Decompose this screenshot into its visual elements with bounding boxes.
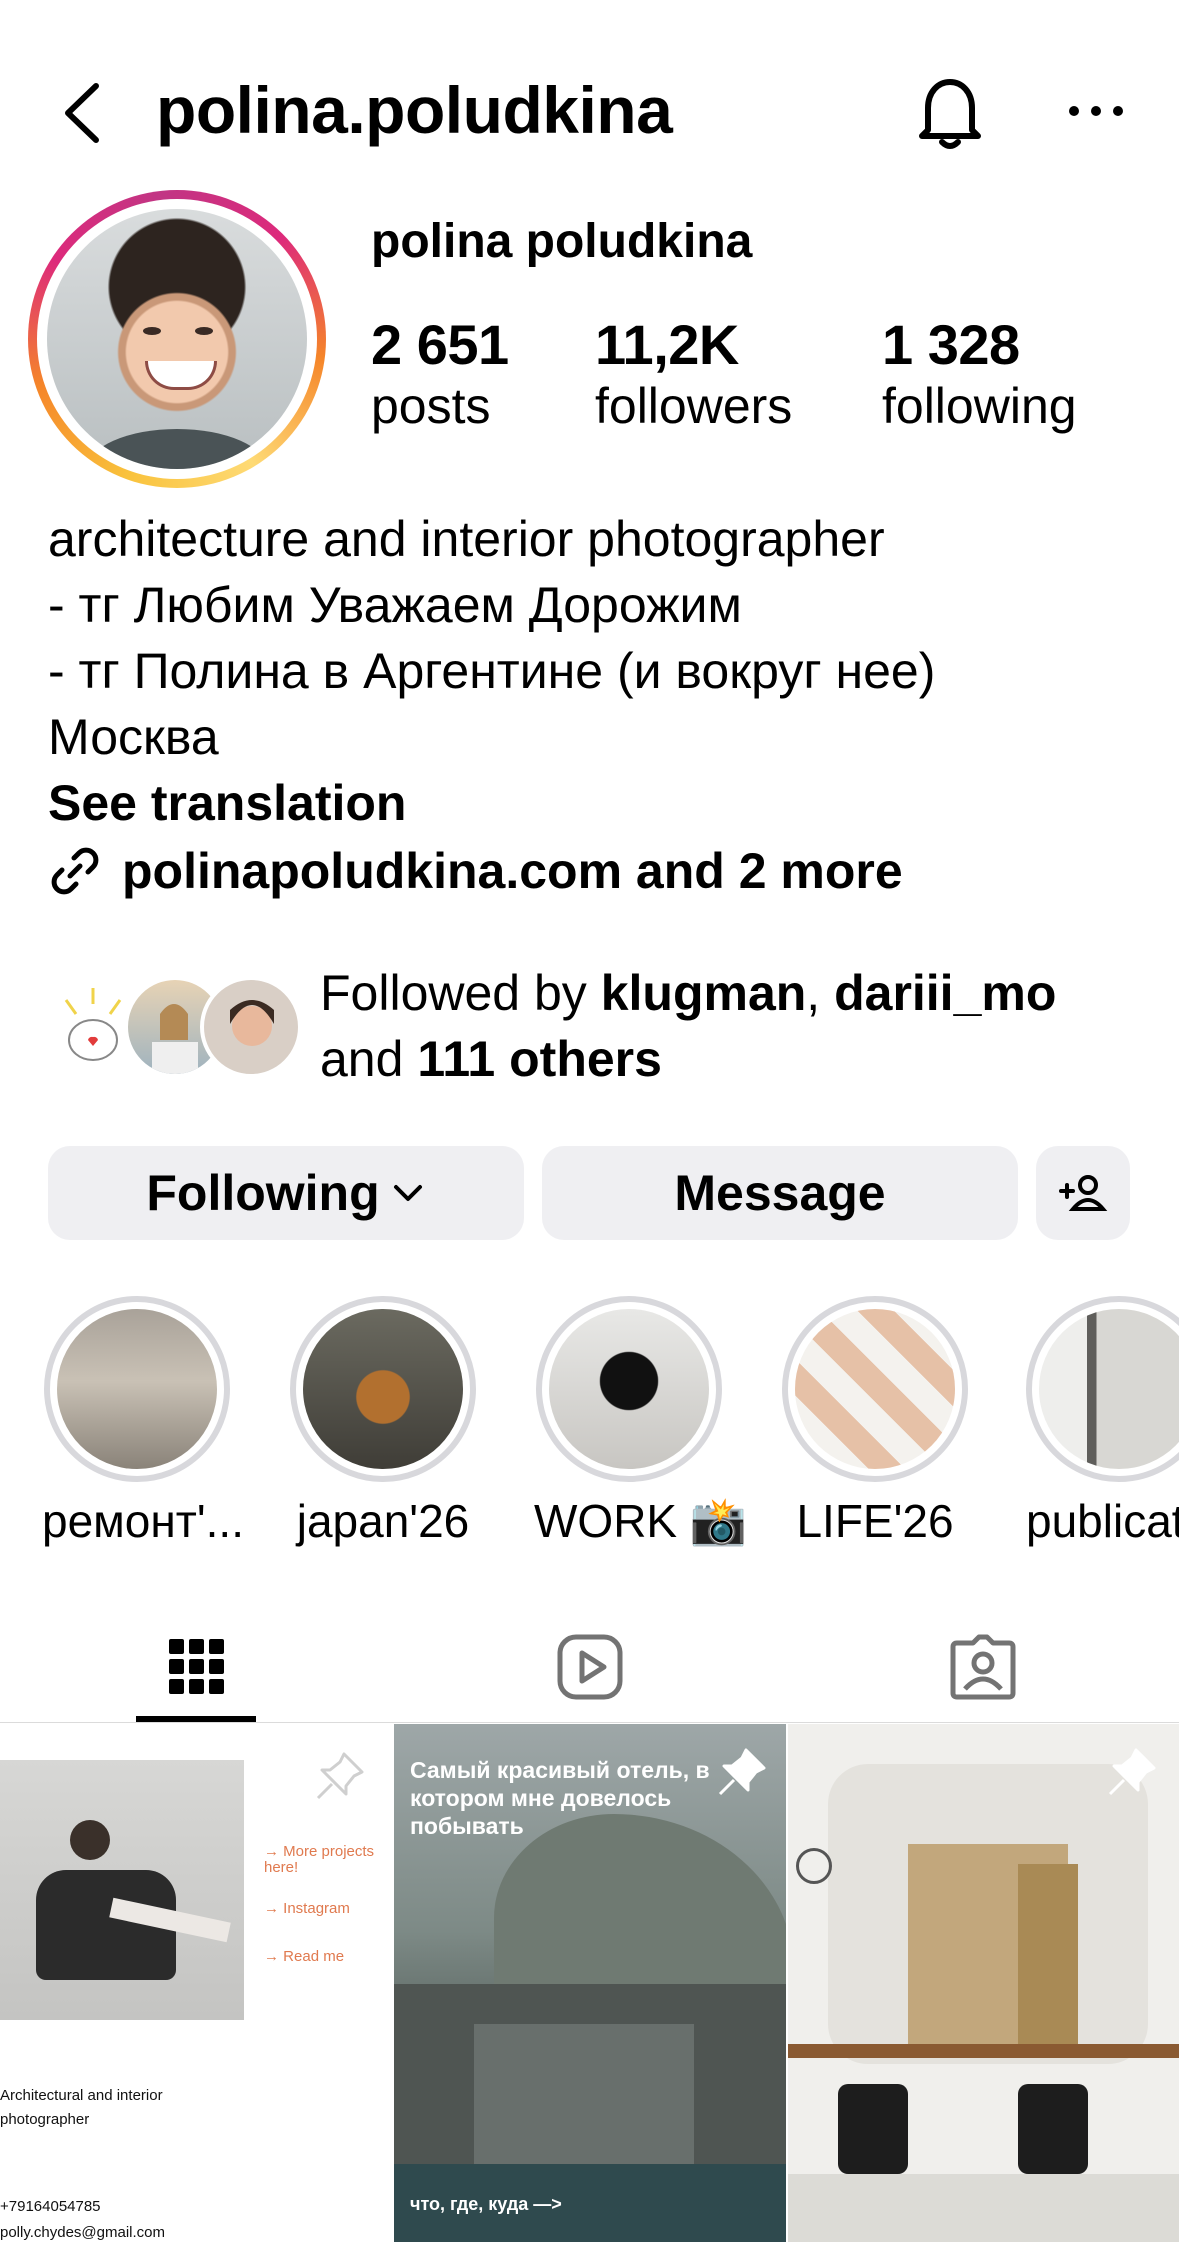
message-button[interactable]: Message (542, 1146, 1018, 1240)
pin-icon (1108, 1748, 1156, 1796)
add-user-button[interactable] (1036, 1146, 1130, 1240)
tab-grid[interactable] (0, 1612, 393, 1722)
post-caption: Architectural and interior photographer (0, 2087, 163, 2128)
reels-icon (557, 1634, 622, 1700)
post-title: Самый красивый отель, в котором мне дове… (410, 1757, 710, 1839)
post-tile[interactable]: → More projects here! → Instagram → Read… (0, 1724, 392, 2242)
pin-icon (316, 1752, 364, 1800)
stat-following[interactable]: 1 328 following (882, 312, 1077, 435)
display-name: polina poludkina (371, 215, 753, 268)
divider (0, 1722, 1179, 1723)
highlight-cover (1039, 1309, 1179, 1469)
bio-line: architecture and interior photographer (48, 511, 885, 567)
tab-reels[interactable] (393, 1612, 786, 1722)
highlight-cover (303, 1309, 463, 1469)
follower-avatar (200, 976, 302, 1078)
highlight-label: japan'26 (296, 1495, 470, 1547)
see-translation-link[interactable]: See translation (48, 770, 935, 836)
highlight-label: publicat (1026, 1495, 1179, 1547)
highlight-label: ремонт'... (42, 1495, 244, 1547)
tab-tagged[interactable] (786, 1612, 1179, 1722)
highlight-item[interactable]: WORK 📸 (534, 1296, 748, 1549)
pin-icon (718, 1748, 766, 1796)
highlight-cover (57, 1309, 217, 1469)
post-phone: +79164054785 (0, 2198, 101, 2215)
external-link[interactable]: polinapoludkina.com and 2 more (48, 842, 903, 900)
post-link: → More projects here! (264, 1843, 375, 1876)
profile-avatar[interactable] (28, 190, 326, 488)
bell-icon[interactable] (914, 72, 986, 152)
followed-by-text[interactable]: Followed by klugman, dariii_mo and 111 o… (320, 960, 1170, 1092)
post-photo (0, 1760, 244, 2020)
bio: architecture and interior photographer -… (48, 506, 935, 836)
header-username: polina.poludkina (156, 73, 673, 147)
bio-line: - тг Полина в Аргентине (и вокруг нее) (48, 643, 936, 699)
post-link: → Instagram (264, 1900, 350, 1917)
post-tile[interactable]: Самый красивый отель, в котором мне дове… (394, 1724, 786, 2242)
avatar-photo (47, 209, 307, 469)
bio-line: Москва (48, 709, 219, 765)
tagged-icon (950, 1634, 1015, 1700)
highlight-label: WORK 📸 (534, 1495, 748, 1547)
link-icon (51, 847, 99, 895)
highlight-label: LIFE'26 (796, 1495, 954, 1547)
stat-posts[interactable]: 2 651 posts (371, 312, 509, 435)
bio-line: - тг Любим Уважаем Дорожим (48, 577, 742, 633)
back-chevron-icon[interactable] (60, 80, 104, 146)
chevron-down-icon (393, 1185, 422, 1201)
highlight-item[interactable]: ремонт'... (42, 1296, 244, 1548)
grid-icon (168, 1639, 224, 1694)
following-button[interactable]: Following (48, 1146, 524, 1240)
highlight-item[interactable]: publicat (1026, 1296, 1179, 1548)
more-options-icon[interactable] (1066, 96, 1126, 126)
highlight-item[interactable]: LIFE'26 (780, 1296, 970, 1548)
post-tile[interactable] (788, 1724, 1179, 2242)
highlight-item[interactable]: japan'26 (288, 1296, 478, 1548)
stat-followers[interactable]: 11,2K followers (595, 312, 792, 435)
highlight-cover (795, 1309, 955, 1469)
post-footer: что, где, куда —> (410, 2194, 562, 2214)
post-link: → Read me (264, 1948, 345, 1965)
post-email: polly.chydes@gmail.com (0, 2224, 166, 2241)
highlight-cover (549, 1309, 709, 1469)
add-user-icon (1059, 1175, 1108, 1211)
